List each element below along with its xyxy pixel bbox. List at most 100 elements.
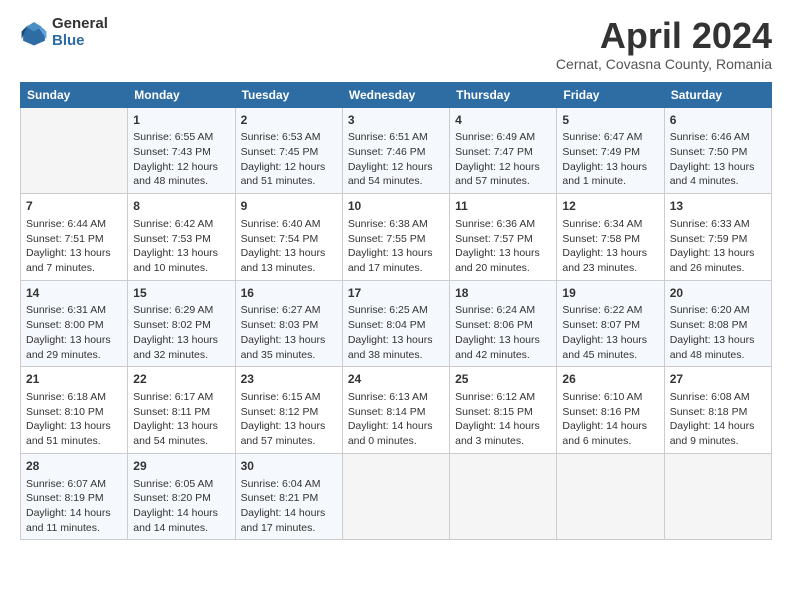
daylight-text: Daylight: 12 hours and 48 minutes.: [133, 161, 218, 188]
day-number: 17: [348, 285, 444, 302]
day-number: 8: [133, 198, 229, 215]
sunrise-text: Sunrise: 6:36 AM: [455, 218, 535, 230]
day-number: 3: [348, 112, 444, 129]
calendar-cell: [450, 453, 557, 540]
day-number: 5: [562, 112, 658, 129]
header: General Blue April 2024 Cernat, Covasna …: [20, 16, 772, 72]
sunset-text: Sunset: 7:46 PM: [348, 146, 426, 158]
day-number: 12: [562, 198, 658, 215]
calendar-week-row: 14Sunrise: 6:31 AMSunset: 8:00 PMDayligh…: [21, 280, 772, 367]
daylight-text: Daylight: 13 hours and 1 minute.: [562, 161, 647, 188]
day-number: 30: [241, 458, 337, 475]
sunrise-text: Sunrise: 6:15 AM: [241, 391, 321, 403]
daylight-text: Daylight: 13 hours and 48 minutes.: [670, 334, 755, 361]
logo-text: General Blue: [52, 16, 108, 49]
daylight-text: Daylight: 13 hours and 29 minutes.: [26, 334, 111, 361]
day-number: 19: [562, 285, 658, 302]
daylight-text: Daylight: 13 hours and 54 minutes.: [133, 420, 218, 447]
daylight-text: Daylight: 14 hours and 14 minutes.: [133, 507, 218, 534]
calendar-cell: 6Sunrise: 6:46 AMSunset: 7:50 PMDaylight…: [664, 107, 771, 194]
sunrise-text: Sunrise: 6:13 AM: [348, 391, 428, 403]
calendar-cell: 14Sunrise: 6:31 AMSunset: 8:00 PMDayligh…: [21, 280, 128, 367]
calendar-cell: 15Sunrise: 6:29 AMSunset: 8:02 PMDayligh…: [128, 280, 235, 367]
sunset-text: Sunset: 8:00 PM: [26, 319, 104, 331]
calendar-cell: 12 Sunrise: 6:34 AM Sunset: 7:58 PM Dayligh…: [557, 194, 664, 281]
calendar-week-row: 21Sunrise: 6:18 AMSunset: 8:10 PMDayligh…: [21, 367, 772, 454]
daylight-text: Daylight: 13 hours and 35 minutes.: [241, 334, 326, 361]
sunset-text: Sunset: 8:19 PM: [26, 492, 104, 504]
calendar-table: SundayMondayTuesdayWednesdayThursdayFrid…: [20, 82, 772, 541]
sunrise-text: Sunrise: 6:04 AM: [241, 478, 321, 490]
calendar-cell: 3Sunrise: 6:51 AMSunset: 7:46 PMDaylight…: [342, 107, 449, 194]
daylight-text: Daylight: 13 hours and 26 minutes.: [670, 247, 755, 274]
day-number: 26: [562, 371, 658, 388]
sunset-text: Sunset: 8:18 PM: [670, 406, 748, 418]
header-day-monday: Monday: [128, 82, 235, 107]
sunset-text: Sunset: 7:53 PM: [133, 233, 211, 245]
day-number: 13: [670, 198, 766, 215]
sunset-text: Sunset: 7:45 PM: [241, 146, 319, 158]
calendar-cell: [21, 107, 128, 194]
sunrise-text: Sunrise: 6:33 AM: [670, 218, 750, 230]
calendar-cell: 4Sunrise: 6:49 AMSunset: 7:47 PMDaylight…: [450, 107, 557, 194]
day-number: 15: [133, 285, 229, 302]
day-number: 24: [348, 371, 444, 388]
calendar-cell: 13Sunrise: 6:33 AMSunset: 7:59 PMDayligh…: [664, 194, 771, 281]
day-number: 25: [455, 371, 551, 388]
day-number: 4: [455, 112, 551, 129]
sunset-text: Sunset: 7:55 PM: [348, 233, 426, 245]
sunrise-text: Sunrise: 6:38 AM: [348, 218, 428, 230]
calendar-cell: 26Sunrise: 6:10 AMSunset: 8:16 PMDayligh…: [557, 367, 664, 454]
sunset-text: Sunset: 8:07 PM: [562, 319, 640, 331]
sunrise-text: Sunrise: 6:53 AM: [241, 131, 321, 143]
daylight-text: Daylight: 14 hours and 9 minutes.: [670, 420, 755, 447]
day-number: 2: [241, 112, 337, 129]
day-number: 20: [670, 285, 766, 302]
daylight-text: Daylight: 14 hours and 0 minutes.: [348, 420, 433, 447]
day-number: 6: [670, 112, 766, 129]
calendar-cell: 24Sunrise: 6:13 AMSunset: 8:14 PMDayligh…: [342, 367, 449, 454]
sunset-text: Sunset: 7:58 PM: [562, 233, 640, 245]
day-number: 29: [133, 458, 229, 475]
sunrise-text: Sunrise: 6:05 AM: [133, 478, 213, 490]
daylight-text: Daylight: 13 hours and 38 minutes.: [348, 334, 433, 361]
day-number: 14: [26, 285, 122, 302]
sunrise-text: Sunrise: 6:20 AM: [670, 304, 750, 316]
sunrise-text: Sunrise: 6:10 AM: [562, 391, 642, 403]
sunrise-text: Sunrise: 6:07 AM: [26, 478, 106, 490]
daylight-text: Daylight: 14 hours and 17 minutes.: [241, 507, 326, 534]
sunset-text: Sunset: 7:54 PM: [241, 233, 319, 245]
header-day-thursday: Thursday: [450, 82, 557, 107]
day-number: 18: [455, 285, 551, 302]
calendar-cell: 20Sunrise: 6:20 AMSunset: 8:08 PMDayligh…: [664, 280, 771, 367]
page-container: General Blue April 2024 Cernat, Covasna …: [20, 16, 772, 540]
sunrise-text: Sunrise: 6:49 AM: [455, 131, 535, 143]
sunset-text: Sunset: 8:02 PM: [133, 319, 211, 331]
sunset-text: Sunset: 8:03 PM: [241, 319, 319, 331]
daylight-text: Daylight: 13 hours and 23 minutes.: [562, 247, 647, 274]
sunrise-text: Sunrise: 6:34 AM: [562, 218, 642, 230]
sunrise-text: Sunrise: 6:55 AM: [133, 131, 213, 143]
daylight-text: Daylight: 12 hours and 57 minutes.: [455, 161, 540, 188]
day-number: 22: [133, 371, 229, 388]
sunrise-text: Sunrise: 6:44 AM: [26, 218, 106, 230]
daylight-text: Daylight: 14 hours and 3 minutes.: [455, 420, 540, 447]
sunset-text: Sunset: 8:20 PM: [133, 492, 211, 504]
sunset-text: Sunset: 8:04 PM: [348, 319, 426, 331]
daylight-text: Daylight: 13 hours and 4 minutes.: [670, 161, 755, 188]
calendar-cell: 27Sunrise: 6:08 AMSunset: 8:18 PMDayligh…: [664, 367, 771, 454]
sunrise-text: Sunrise: 6:46 AM: [670, 131, 750, 143]
logo-icon: [20, 19, 48, 47]
calendar-cell: [342, 453, 449, 540]
sunset-text: Sunset: 8:06 PM: [455, 319, 533, 331]
sunrise-text: Sunrise: 6:27 AM: [241, 304, 321, 316]
sunrise-text: Sunrise: 6:29 AM: [133, 304, 213, 316]
calendar-cell: 5Sunrise: 6:47 AMSunset: 7:49 PMDaylight…: [557, 107, 664, 194]
sunrise-text: Sunrise: 6:18 AM: [26, 391, 106, 403]
daylight-text: Daylight: 13 hours and 42 minutes.: [455, 334, 540, 361]
calendar-cell: 29 Sunrise: 6:05 AM Sunset: 8:20 PM Dayligh…: [128, 453, 235, 540]
day-number: 9: [241, 198, 337, 215]
sunset-text: Sunset: 8:10 PM: [26, 406, 104, 418]
daylight-text: Daylight: 13 hours and 45 minutes.: [562, 334, 647, 361]
calendar-week-row: 28Sunrise: 6:07 AMSunset: 8:19 PMDayligh…: [21, 453, 772, 540]
